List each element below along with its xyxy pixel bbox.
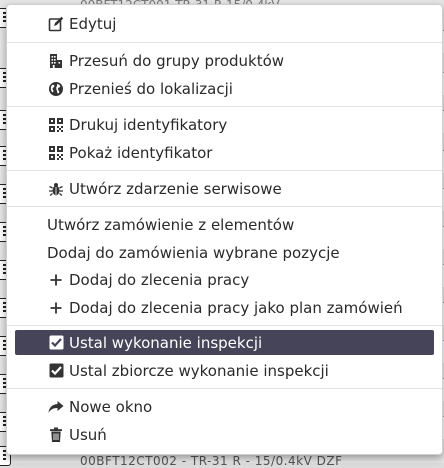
menu-item-label: Przenieś do lokalizacji	[69, 79, 233, 98]
menu-item-add-to-order[interactable]: Dodaj do zamówienia wybrane pozycje	[15, 240, 434, 265]
menu-item-label: Dodaj do zlecenia pracy jako plan zamówi…	[69, 298, 403, 317]
menu-item-create-service-event[interactable]: Utwórz zdarzenie serwisowe	[15, 176, 434, 201]
menu-item-show-identifier[interactable]: Pokaż identyfikator	[15, 140, 434, 165]
menu-item-label: Drukuj identyfikatory	[69, 115, 228, 134]
menu-item-set-inspection-execution[interactable]: Ustal wykonanie inspekcji	[15, 330, 434, 355]
qrcode-icon	[47, 116, 65, 134]
menu-item-label: Ustal zbiorcze wykonanie inspekcji	[69, 361, 329, 380]
bug-icon	[47, 180, 65, 198]
menu-item-label: Utwórz zamówienie z elementów	[47, 215, 295, 234]
menu-item-label: Usuń	[69, 425, 107, 444]
sitemap-icon	[47, 52, 65, 70]
menu-item-move-to-product-group[interactable]: Przesuń do grupy produktów	[15, 48, 434, 73]
menu-item-label: Dodaj do zamówienia wybrane pozycje	[47, 243, 340, 262]
menu-item-label: Dodaj do zlecenia pracy	[69, 270, 250, 289]
qrcode-icon	[47, 144, 65, 162]
menu-item-print-identifiers[interactable]: Drukuj identyfikatory	[15, 112, 434, 137]
menu-item-label: Utwórz zdarzenie serwisowe	[69, 179, 282, 198]
menu-divider	[7, 206, 442, 207]
menu-item-add-to-work-order-as-plan[interactable]: Dodaj do zlecenia pracy jako plan zamówi…	[15, 295, 434, 320]
menu-item-new-window[interactable]: Nowe okno	[15, 394, 434, 419]
menu-divider	[7, 325, 442, 326]
menu-item-add-to-work-order[interactable]: Dodaj do zlecenia pracy	[15, 267, 434, 292]
check-square-icon	[47, 334, 65, 352]
menu-item-label: Ustal wykonanie inspekcji	[69, 333, 263, 352]
share-icon	[47, 398, 65, 416]
menu-divider	[7, 42, 442, 43]
menu-divider	[7, 106, 442, 107]
globe-icon	[47, 80, 65, 98]
menu-item-label: Nowe okno	[69, 397, 153, 416]
plus-icon	[47, 271, 65, 289]
menu-item-label: Przesuń do grupy produktów	[69, 51, 285, 70]
background-row-text-bottom: 00BFT12CT002 - TR-31 R - 15/0.4kV DZF	[80, 454, 343, 468]
menu-item-move-to-location[interactable]: Przenieś do lokalizacji	[15, 76, 434, 101]
menu-item-label: Edytuj	[69, 14, 117, 33]
menu-item-delete[interactable]: Usuń	[15, 422, 434, 447]
menu-divider	[7, 388, 442, 389]
menu-divider	[7, 170, 442, 171]
menu-item-edit[interactable]: Edytuj	[15, 11, 434, 36]
context-menu: Edytuj Przesuń do grupy produktów Przeni…	[6, 4, 443, 455]
menu-item-set-bulk-inspection-execution[interactable]: Ustal zbiorcze wykonanie inspekcji	[15, 358, 434, 383]
menu-item-label: Pokaż identyfikator	[69, 143, 213, 162]
check-square-icon	[47, 362, 65, 380]
edit-icon	[47, 15, 65, 33]
plus-icon	[47, 299, 65, 317]
trash-icon	[47, 426, 65, 444]
menu-item-create-order-from-elements[interactable]: Utwórz zamówienie z elementów	[15, 212, 434, 237]
